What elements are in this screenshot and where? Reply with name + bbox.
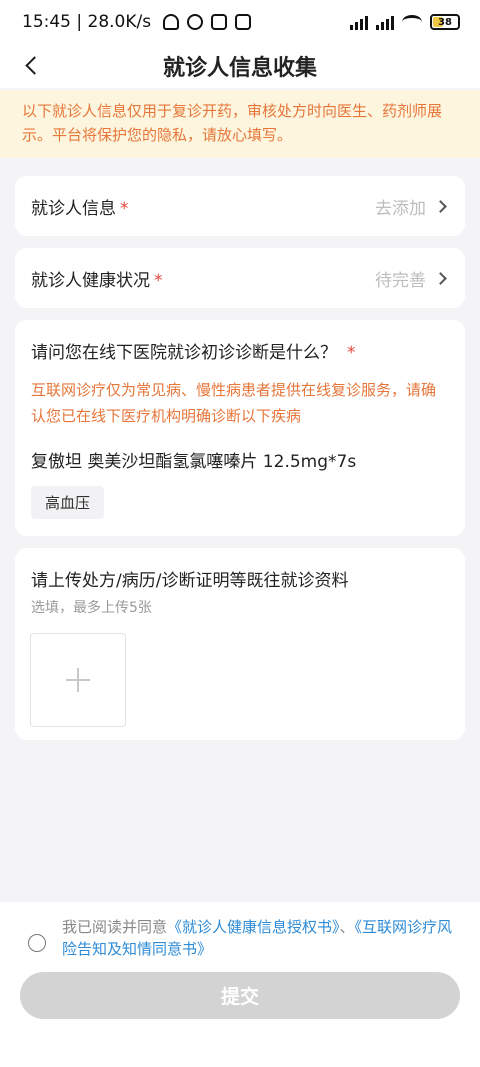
upload-hint: 选填，最多上传5张 bbox=[31, 600, 152, 616]
wifi-icon bbox=[402, 15, 422, 29]
tiktok-icon bbox=[235, 14, 252, 30]
required-mark: * bbox=[347, 343, 356, 363]
status-left: 15:45 | 28.0K/s bbox=[22, 12, 252, 32]
status-app-icons bbox=[163, 14, 252, 30]
battery-level: 38 bbox=[438, 16, 452, 28]
health-status-label: 就诊人健康状况 * bbox=[31, 270, 163, 291]
agree-radio[interactable] bbox=[28, 934, 46, 952]
health-status-value: 待完善 bbox=[375, 270, 426, 291]
required-mark: * bbox=[120, 198, 129, 219]
patient-info-row[interactable]: 就诊人信息 * 去添加 bbox=[15, 176, 465, 236]
signal-icon bbox=[350, 14, 368, 30]
signal-icon bbox=[376, 14, 394, 30]
upload-add-button[interactable] bbox=[30, 633, 126, 727]
status-right: 38 bbox=[350, 14, 460, 30]
chevron-right-icon bbox=[434, 199, 447, 213]
patient-info-value: 去添加 bbox=[375, 198, 426, 219]
alarm-icon bbox=[187, 14, 204, 30]
nav-bar: 就诊人信息收集 bbox=[0, 44, 480, 88]
diagnosis-question: 请问您在线下医院就诊初诊诊断是什么？ * bbox=[31, 343, 356, 363]
submit-button[interactable]: 提交 bbox=[20, 972, 460, 1019]
health-status-row[interactable]: 就诊人健康状况 * 待完善 bbox=[15, 248, 465, 308]
diagnosis-warning: 互联网诊疗仅为常见病、慢性病患者提供在线复诊服务，请确认您已在线下医疗机构明确诊… bbox=[31, 381, 437, 425]
page-title: 就诊人信息收集 bbox=[162, 56, 317, 81]
back-arrow-icon[interactable] bbox=[22, 54, 44, 76]
required-mark: * bbox=[154, 270, 163, 291]
agreement: 我已阅读并同意《就诊人健康信息授权书》、《互联网诊疗风险告知及知情同意书》 bbox=[0, 902, 480, 960]
chevron-right-icon bbox=[434, 271, 447, 285]
status-bar: 15:45 | 28.0K/s 38 bbox=[0, 0, 480, 44]
battery-icon: 38 bbox=[430, 14, 460, 30]
bell-muted-icon bbox=[163, 14, 180, 30]
patient-info-label: 就诊人信息 * bbox=[31, 198, 129, 219]
drug-name: 复傲坦 奥美沙坦酯氢氯噻嗪片 12.5mg*7s bbox=[31, 452, 357, 472]
agreement-text: 我已阅读并同意《就诊人健康信息授权书》、《互联网诊疗风险告知及知情同意书》 bbox=[62, 918, 453, 958]
diagnosis-card: 请问您在线下医院就诊初诊诊断是什么？ * 互联网诊疗仅为常见病、慢性病患者提供在线… bbox=[15, 320, 465, 536]
nfc-icon bbox=[211, 14, 228, 30]
diagnosis-tag[interactable]: 高血压 bbox=[31, 486, 105, 519]
health-info-auth-link[interactable]: 《就诊人健康信息授权书》 bbox=[167, 918, 340, 936]
status-time-speed: 15:45 | 28.0K/s bbox=[22, 12, 152, 32]
upload-card: 请上传处方/病历/诊断证明等既往就诊资料 选填，最多上传5张 bbox=[15, 548, 465, 740]
privacy-notice: 以下就诊人信息仅用于复诊开药，审核处方时向医生、药剂师展示。平台将保护您的隐私，… bbox=[0, 90, 480, 158]
upload-title: 请上传处方/病历/诊断证明等既往就诊资料 bbox=[31, 571, 349, 591]
bottom-bar: 我已阅读并同意《就诊人健康信息授权书》、《互联网诊疗风险告知及知情同意书》 提交 bbox=[0, 902, 480, 1067]
